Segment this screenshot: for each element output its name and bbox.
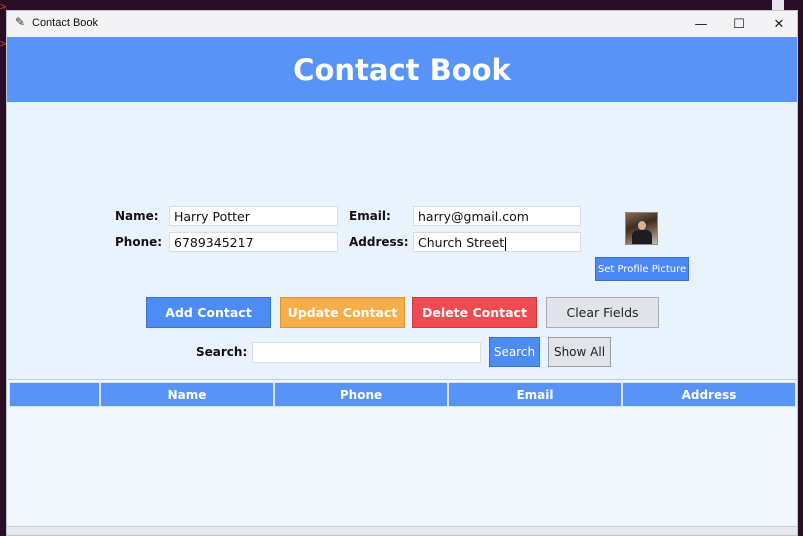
address-value: Church Street [418,235,505,250]
name-label: Name: [115,209,159,223]
column-header-address[interactable]: Address [622,382,796,407]
window-title: Contact Book [32,17,99,29]
search-button[interactable]: Search [489,337,540,367]
column-header-index[interactable] [9,382,100,407]
search-input[interactable] [252,342,481,363]
column-header-phone[interactable]: Phone [274,382,448,407]
delete-contact-button[interactable]: Delete Contact [412,297,537,328]
update-contact-button[interactable]: Update Contact [280,297,405,328]
maximize-button[interactable]: ☐ [719,11,759,37]
contact-book-window: ✎ Contact Book — ☐ ✕ Contact Book Name: … [6,10,798,536]
horizontal-scrollbar[interactable] [7,526,797,535]
address-label: Address: [349,235,409,249]
set-profile-picture-button[interactable]: Set Profile Picture [595,257,689,281]
table-header: Name Phone Email Address [9,382,796,407]
clear-fields-button[interactable]: Clear Fields [546,297,659,328]
search-label: Search: [196,345,248,359]
avatar-face [638,221,646,230]
app-title: Contact Book [293,52,511,87]
column-header-email[interactable]: Email [448,382,622,407]
avatar-body [632,230,652,244]
close-button[interactable]: ✕ [759,11,799,37]
minimize-button[interactable]: — [681,11,721,37]
header-banner: Contact Book [7,37,797,102]
email-field[interactable] [413,206,581,226]
title-bar: ✎ Contact Book — ☐ ✕ [7,11,797,38]
address-field[interactable]: Church Street [413,232,581,252]
profile-picture [625,212,658,245]
phone-field[interactable] [169,232,338,252]
feather-icon: ✎ [15,15,26,29]
add-contact-button[interactable]: Add Contact [146,297,271,328]
column-header-name[interactable]: Name [100,382,274,407]
name-field[interactable] [169,206,338,226]
text-caret [505,236,507,251]
show-all-button[interactable]: Show All [548,337,611,367]
phone-label: Phone: [115,235,163,249]
contacts-table[interactable]: Name Phone Email Address [8,379,797,528]
email-label: Email: [349,209,391,223]
